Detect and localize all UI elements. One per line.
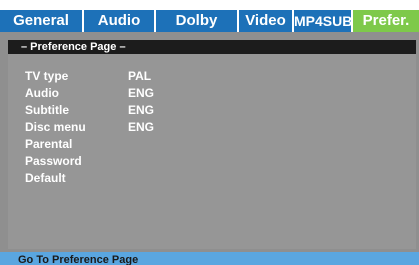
setting-value: ENG	[128, 103, 155, 117]
setting-label: Disc menu	[25, 120, 86, 134]
setting-value: PAL	[128, 69, 152, 83]
page-title: – Preference Page –	[8, 40, 416, 54]
tab-dolby[interactable]: Dolby	[156, 10, 239, 32]
setting-label: Default	[25, 171, 66, 185]
tab-audio[interactable]: Audio	[84, 10, 156, 32]
setting-default[interactable]: Default	[25, 170, 154, 187]
preference-page: – Preference Page – TV type PAL Audio ENG …	[8, 40, 416, 249]
setting-label: TV type	[25, 69, 69, 83]
tab-preference[interactable]: Prefer.	[353, 10, 419, 32]
setting-parental[interactable]: Parental	[25, 136, 154, 153]
setting-disc-menu[interactable]: Disc menu ENG	[25, 119, 154, 136]
setting-label: Audio	[25, 86, 59, 100]
status-hint-bar: Go To Preference Page	[0, 252, 419, 265]
tab-mp4sub[interactable]: MP4SUB	[294, 10, 353, 32]
settings-panel: – Preference Page – TV type PAL Audio ENG …	[0, 32, 419, 265]
setting-label: Password	[25, 154, 82, 168]
setting-label: Subtitle	[25, 103, 69, 117]
setting-subtitle[interactable]: Subtitle ENG	[25, 102, 154, 119]
tab-general[interactable]: General	[0, 10, 84, 32]
setting-password[interactable]: Password	[25, 153, 154, 170]
settings-list: TV type PAL Audio ENG Subtitle ENG Disc men…	[25, 68, 154, 187]
menu-tab-bar: General Audio Dolby Video MP4SUB Prefer.	[0, 10, 419, 32]
cropped-title-fragment	[0, 0, 419, 10]
setting-audio[interactable]: Audio ENG	[25, 85, 154, 102]
setting-tv-type[interactable]: TV type PAL	[25, 68, 154, 85]
setting-value: ENG	[128, 86, 155, 100]
setting-value: ENG	[128, 120, 155, 134]
setting-label: Parental	[25, 137, 73, 151]
tab-video[interactable]: Video	[239, 10, 294, 32]
